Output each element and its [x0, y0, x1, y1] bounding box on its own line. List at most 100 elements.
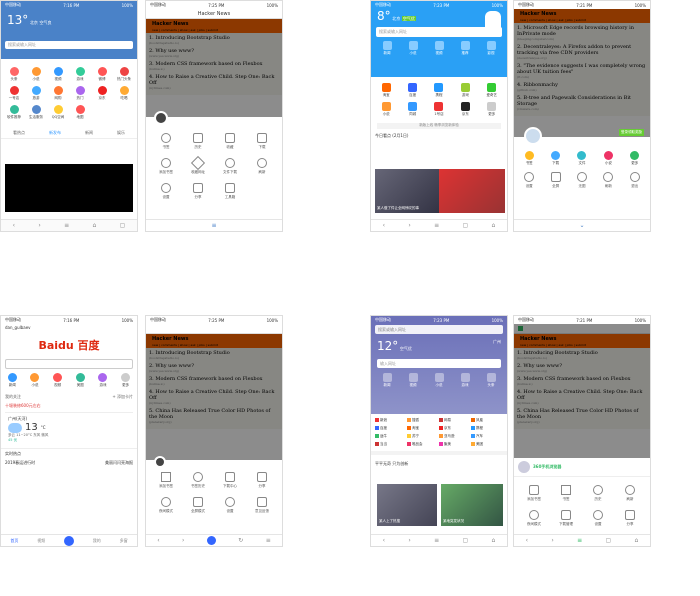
forward-icon[interactable]: ›	[408, 222, 410, 229]
home-icon[interactable]: ⌂	[634, 537, 638, 544]
refresh-button[interactable]: 刷新	[614, 485, 646, 502]
video-thumbnail[interactable]	[5, 164, 133, 212]
app-icon-shop[interactable]: 网购	[47, 86, 69, 101]
list-item[interactable]: 2019春运进行时	[5, 460, 35, 466]
bookmark-button[interactable]: 书签	[550, 485, 582, 502]
search-input[interactable]: 搜索或输入网址	[5, 41, 133, 49]
app-icon-popular[interactable]: 热门	[69, 86, 91, 101]
weather-card[interactable]: 广州(天河) 13 °C 多云 11~20°C 东风 微风 45 优	[5, 412, 133, 446]
site-link[interactable]: 携程	[471, 426, 503, 431]
forward-icon[interactable]: ›	[38, 222, 40, 229]
url-bar[interactable]: Hacker News	[146, 9, 282, 19]
site-link[interactable]: 凤凰	[471, 418, 503, 423]
download-button[interactable]: 下载管理	[550, 510, 582, 527]
menu-icon[interactable]: ≡	[577, 537, 582, 544]
fullscreen-button[interactable]: 全屏模式	[182, 497, 214, 514]
voice-search-icon[interactable]	[206, 536, 216, 545]
app-icon-food[interactable]: 吃喝	[113, 86, 135, 101]
site-yhd[interactable]: 1号店	[426, 102, 452, 117]
nav-video[interactable]: 视频	[434, 41, 444, 56]
nav-recommend[interactable]: 推荐	[460, 41, 470, 56]
app-icon-service[interactable]: 生活服务	[25, 105, 47, 120]
nav-headline[interactable]: 头条	[486, 373, 496, 388]
app-icon-qzone[interactable]: QQ空间	[47, 105, 69, 120]
nav-novel[interactable]: 小说	[408, 41, 418, 56]
site-novel[interactable]: 小说	[373, 102, 399, 117]
overlay-dim[interactable]	[146, 19, 282, 117]
nav-news[interactable]: 新闻	[382, 41, 392, 56]
forward-icon[interactable]: ›	[182, 537, 184, 544]
tab-video[interactable]: 视频	[37, 538, 45, 544]
exit-button[interactable]: 退出	[622, 172, 648, 189]
site-link[interactable]: 新浪	[375, 418, 407, 423]
add-bookmark-button[interactable]: 添加书签	[150, 158, 182, 175]
settings-button[interactable]: 设置	[214, 497, 246, 514]
novel-icon[interactable]: 小说	[30, 373, 40, 388]
refresh-button[interactable]: 刷新	[595, 172, 621, 189]
tab-ent[interactable]: 娱乐	[117, 130, 125, 136]
login-badge[interactable]: 登录领取奖励	[619, 129, 644, 136]
file-button[interactable]: 文件	[569, 151, 595, 166]
search-input[interactable]	[5, 359, 133, 369]
overlay-dim[interactable]	[514, 9, 650, 137]
menu-icon[interactable]: ≡	[266, 537, 271, 544]
history-button[interactable]: 书签历史	[182, 472, 214, 489]
download-button[interactable]: 下载	[542, 151, 568, 166]
menu-icon[interactable]: ≡	[434, 537, 439, 544]
site-link[interactable]: 淘宝	[407, 426, 439, 431]
overlay-dim[interactable]	[146, 334, 282, 460]
site-link[interactable]: 聚美	[439, 442, 471, 447]
site-baidu[interactable]: 百度	[399, 83, 425, 98]
share-button[interactable]: 分享	[614, 510, 646, 527]
tab-windows[interactable]: 多窗	[120, 538, 128, 544]
avatar[interactable]	[524, 127, 542, 145]
no-image-button[interactable]: 无图	[569, 172, 595, 189]
night-mode-button[interactable]: 夜间模式	[150, 497, 182, 514]
avatar[interactable]	[154, 111, 168, 125]
app-icon-game[interactable]: 游戏	[69, 67, 91, 82]
settings-button[interactable]: 设置	[516, 172, 542, 189]
menu-close-bar[interactable]: ⌄	[514, 219, 650, 231]
back-icon[interactable]: ‹	[526, 537, 528, 544]
voice-search-icon[interactable]	[63, 535, 74, 546]
tabs-icon[interactable]: ▢	[120, 222, 126, 229]
site-link[interactable]: 苏宁	[407, 434, 439, 439]
site-iqiyi[interactable]: 爱奇艺	[479, 83, 505, 98]
tab-new[interactable]: 新发布	[49, 130, 61, 136]
refresh-icon[interactable]: ↻	[238, 537, 243, 544]
site-game[interactable]: 游戏	[452, 83, 478, 98]
history-button[interactable]: 历史	[182, 133, 214, 150]
avatar[interactable]	[154, 456, 166, 468]
refresh-button[interactable]: 刷新	[246, 158, 278, 175]
site-jd[interactable]: 京东	[452, 102, 478, 117]
user-name[interactable]: dan_gulbaev	[1, 324, 137, 331]
site-local[interactable]: 同城	[399, 102, 425, 117]
favorite-button[interactable]: 收藏	[214, 133, 246, 150]
nav-novel[interactable]: 小说	[434, 373, 444, 388]
tab-news[interactable]: 新闻	[85, 130, 93, 136]
bookmark-button[interactable]: 书签	[516, 151, 542, 166]
site-link[interactable]: 百度	[375, 426, 407, 431]
download-button[interactable]: 下载	[246, 133, 278, 150]
app-icon-jd[interactable]: 京东	[91, 86, 113, 101]
novel-button[interactable]: 小说	[595, 151, 621, 166]
home-icon[interactable]: ⌂	[491, 537, 495, 544]
app-icon-video[interactable]: 视频	[47, 67, 69, 82]
promo-link[interactable]: 十堰装修600元左右	[1, 402, 137, 410]
tab-home[interactable]: 首页	[10, 538, 18, 544]
more-icon[interactable]: 更多	[121, 373, 131, 388]
forward-icon[interactable]: ›	[551, 537, 553, 544]
share-button[interactable]: 分享	[182, 183, 214, 200]
search-input[interactable]: 搜索或输入网址	[376, 27, 502, 37]
site-link[interactable]: 汽车	[471, 434, 503, 439]
nav-movies[interactable]: 影视	[486, 41, 496, 56]
fullscreen-button[interactable]: 全屏	[542, 172, 568, 189]
share-button[interactable]: 分享	[246, 472, 278, 489]
image-icon[interactable]: 美图	[75, 373, 85, 388]
site-ctrip[interactable]: 携程	[426, 83, 452, 98]
file-download-button[interactable]: 文件下载	[214, 158, 246, 175]
site-more[interactable]: 更多	[479, 102, 505, 117]
search-input[interactable]: 搜索或输入网址	[375, 325, 503, 334]
site-link[interactable]: 唯品会	[407, 442, 439, 447]
app-icon-headline[interactable]: 头条	[3, 67, 25, 82]
